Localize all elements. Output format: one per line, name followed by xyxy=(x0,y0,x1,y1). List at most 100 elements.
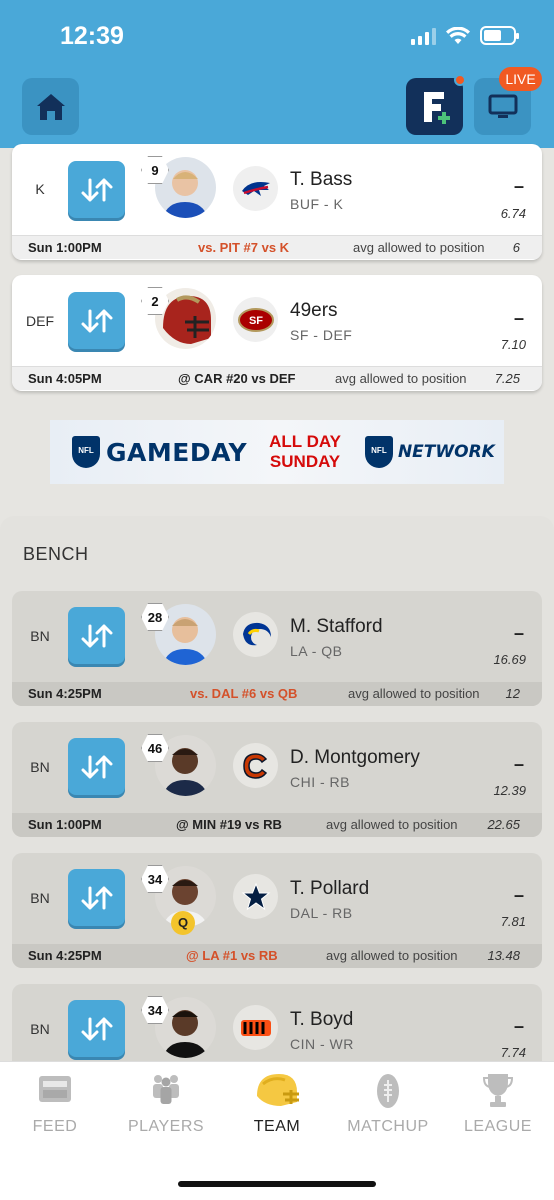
nfl-gameday-ad-banner[interactable]: NFL GAMEDAY ALL DAY SUNDAY NFL NETWORK xyxy=(50,420,504,484)
matchup-footer: Sun 4:25PM vs. DAL #6 vs QB avg allowed … xyxy=(12,682,542,706)
game-time: Sun 4:25PM xyxy=(28,686,102,701)
player-team-position: CIN - WR xyxy=(290,1036,354,1052)
questionable-status-badge: Q xyxy=(171,911,195,935)
wifi-icon xyxy=(446,26,470,44)
cellular-signal-icon xyxy=(411,27,436,45)
swap-arrows-icon xyxy=(81,309,112,332)
position-label: BN xyxy=(30,1021,50,1037)
tv-icon xyxy=(488,94,517,118)
team-logo-bengals xyxy=(233,1005,278,1050)
team-logo-bears xyxy=(233,743,278,788)
avg-allowed-label: avg allowed to position xyxy=(326,948,458,963)
players-icon xyxy=(153,1075,179,1104)
tab-label: TEAM xyxy=(253,1118,301,1135)
battery-icon xyxy=(480,26,519,45)
team-logo-rams xyxy=(233,612,278,657)
opponent-rank: @ LA #1 vs RB xyxy=(186,948,278,963)
matchup-footer: Sun 4:25PM @ LA #1 vs RB avg allowed to … xyxy=(12,944,542,968)
position-label: DEF xyxy=(26,313,54,329)
player-team-position: LA - QB xyxy=(290,643,343,659)
matchup-footer: Sun 1:00PM @ MIN #19 vs RB avg allowed t… xyxy=(12,813,542,837)
player-team-position: CHI - RB xyxy=(290,774,350,790)
avg-allowed-value: 13.48 xyxy=(487,948,520,963)
avg-allowed-value: 22.65 xyxy=(487,817,520,832)
home-button[interactable] xyxy=(22,78,79,135)
avg-allowed-label: avg allowed to position xyxy=(353,240,485,255)
game-time: Sun 1:00PM xyxy=(28,817,102,832)
bench-title: BENCH xyxy=(23,544,89,564)
game-time: Sun 4:25PM xyxy=(28,948,102,963)
player-projection: 7.74 xyxy=(500,1045,526,1060)
player-name[interactable]: 49ers xyxy=(290,300,338,322)
fantasy-plus-icon xyxy=(423,91,450,124)
team-logo-cowboys xyxy=(233,874,278,919)
swap-arrows-icon xyxy=(81,886,112,909)
opponent-rank: vs. PIT #7 vs K xyxy=(198,240,290,255)
avg-allowed-label: avg allowed to position xyxy=(326,817,458,832)
roster-card-def[interactable]: DEF 2 SF 49ers SF - DEF – 7.10 Sun 4:05P… xyxy=(12,275,542,391)
roster-card-k[interactable]: K 9 T. Bass BUF - K – 6.74 Sun 1:00PM vs… xyxy=(12,144,542,260)
opponent-rank: @ MIN #19 vs RB xyxy=(176,817,282,832)
live-badge: LIVE xyxy=(499,67,542,91)
player-points: – xyxy=(513,623,524,643)
avg-allowed-label: avg allowed to position xyxy=(335,371,467,386)
player-name[interactable]: M. Stafford xyxy=(290,616,383,638)
position-label: BN xyxy=(30,628,50,644)
opponent-rank: vs. DAL #6 vs QB xyxy=(190,686,298,701)
trophy-icon xyxy=(482,1074,514,1107)
game-time: Sun 1:00PM xyxy=(28,240,102,255)
nfl-shield-logo: NFL xyxy=(72,436,100,468)
player-projection: 7.81 xyxy=(500,914,526,929)
swap-button[interactable] xyxy=(68,1000,125,1057)
swap-button[interactable] xyxy=(68,161,125,218)
player-name[interactable]: T. Bass xyxy=(290,169,352,191)
player-projection: 12.39 xyxy=(493,783,526,798)
all-day-sunday-text: ALL DAY SUNDAY xyxy=(269,432,341,472)
opponent-rank: @ CAR #20 vs DEF xyxy=(178,371,296,386)
avg-allowed-value: 6 xyxy=(512,240,520,255)
allday-line-2: SUNDAY xyxy=(269,452,341,471)
swap-arrows-icon xyxy=(81,178,112,201)
position-label: BN xyxy=(30,759,50,775)
team-logo-bills xyxy=(233,166,278,211)
svg-text:SF: SF xyxy=(248,315,262,327)
roster-card-bench[interactable]: BN 46 D. Montgomery CHI - RB – 12.39 Sun… xyxy=(12,722,542,837)
player-points: – xyxy=(513,176,524,196)
swap-arrows-icon xyxy=(81,755,112,778)
tab-label: MATCHUP xyxy=(347,1118,429,1135)
player-team-position: BUF - K xyxy=(290,196,344,212)
player-points: – xyxy=(513,754,524,774)
gameday-wordmark: GAMEDAY xyxy=(106,437,248,467)
status-icons xyxy=(411,26,519,45)
network-wordmark: NETWORK xyxy=(397,442,495,462)
notification-dot xyxy=(454,74,466,86)
player-name[interactable]: T. Pollard xyxy=(290,878,369,900)
fantasy-plus-button[interactable] xyxy=(406,78,463,135)
feed-icon xyxy=(39,1076,71,1102)
status-time: 12:39 xyxy=(60,22,124,50)
player-points: – xyxy=(513,885,524,905)
swap-button[interactable] xyxy=(68,738,125,795)
swap-arrows-icon xyxy=(81,624,112,647)
swap-button[interactable] xyxy=(68,292,125,349)
position-label: K xyxy=(35,181,45,197)
swap-button[interactable] xyxy=(68,607,125,664)
swap-button[interactable] xyxy=(68,869,125,926)
player-points: – xyxy=(513,1016,524,1036)
nfl-shield-logo-2: NFL xyxy=(364,436,393,468)
allday-line-1: ALL DAY xyxy=(269,432,341,451)
position-label: BN xyxy=(30,890,50,906)
player-name[interactable]: D. Montgomery xyxy=(290,747,420,769)
bottom-tab-bar: FEED PLAYERS TEAM MATCHUP LEAGUE xyxy=(0,1061,554,1200)
top-bar: 12:39 xyxy=(0,0,554,148)
football-icon xyxy=(377,1074,399,1108)
home-icon xyxy=(36,93,65,120)
player-name[interactable]: T. Boyd xyxy=(290,1009,353,1031)
player-projection: 6.74 xyxy=(500,206,526,221)
matchup-footer: Sun 1:00PM vs. PIT #7 vs K avg allowed t… xyxy=(12,235,542,259)
player-projection: 7.10 xyxy=(500,337,526,352)
player-team-position: SF - DEF xyxy=(290,327,353,343)
roster-card-bench[interactable]: BN 28 M. Stafford LA - QB – 16.69 Sun 4:… xyxy=(12,591,542,706)
tab-label: LEAGUE xyxy=(464,1118,532,1135)
roster-card-bench[interactable]: BN 34 Q T. Pollard DAL - RB – 7.81 Sun 4… xyxy=(12,853,542,968)
